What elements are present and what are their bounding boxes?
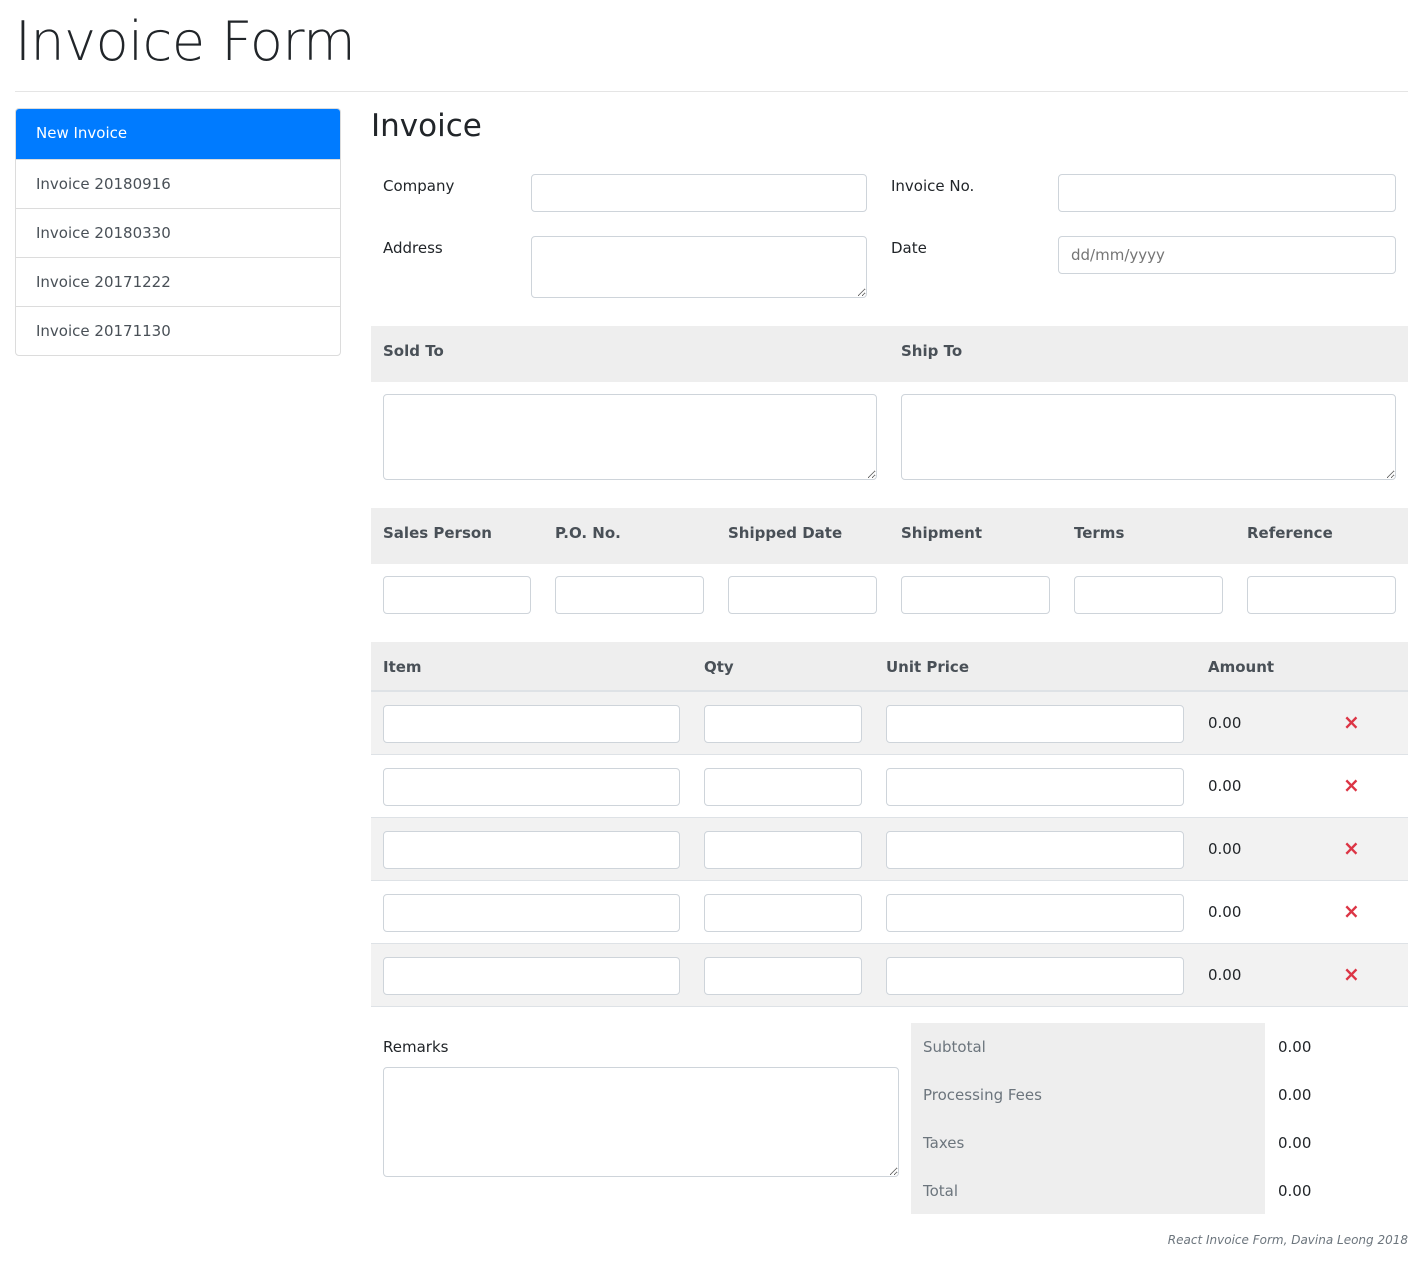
delete-row-icon[interactable]: × [1343,773,1360,797]
terms-input[interactable] [1074,576,1223,614]
ship-to-input[interactable] [901,394,1396,480]
sidebar-item-new-invoice[interactable]: New Invoice [16,109,340,159]
sidebar-item-invoice[interactable]: Invoice 20180330 [16,208,340,257]
company-input[interactable] [531,174,867,212]
amount-value: 0.00 [1208,966,1242,984]
invoice-list: New Invoice Invoice 20180916 Invoice 201… [15,108,341,356]
unit-price-input[interactable] [886,894,1184,932]
address-input[interactable] [531,236,867,298]
item-row: 0.00 × [371,944,1408,1007]
sidebar-item-invoice[interactable]: Invoice 20171130 [16,306,340,355]
item-header: Item [383,658,422,676]
amount-value: 0.00 [1208,903,1242,921]
sold-to-label: Sold To [383,342,444,360]
qty-header: Qty [704,658,734,676]
reference-label: Reference [1247,524,1333,542]
address-label: Address [383,239,443,257]
totals-box: Subtotal 0.00 Processing Fees 0.00 Taxes… [911,1023,1311,1214]
reference-input[interactable] [1247,576,1396,614]
delete-row-icon[interactable]: × [1343,899,1360,923]
total-label: Total [923,1182,959,1200]
qty-input[interactable] [704,957,862,995]
remarks-input[interactable] [383,1067,899,1177]
item-row: 0.00 × [371,692,1408,755]
delete-row-icon[interactable]: × [1343,710,1360,734]
amount-value: 0.00 [1208,777,1242,795]
delete-row-icon[interactable]: × [1343,836,1360,860]
sidebar-item-invoice[interactable]: Invoice 20180916 [16,159,340,208]
item-input[interactable] [383,957,680,995]
delete-row-icon[interactable]: × [1343,962,1360,986]
item-input[interactable] [383,894,680,932]
form-heading: Invoice [371,108,482,144]
unit-price-input[interactable] [886,831,1184,869]
date-label: Date [891,239,927,257]
qty-input[interactable] [704,831,862,869]
taxes-label: Taxes [923,1134,965,1152]
subtotal-label: Subtotal [923,1038,986,1056]
page-title: Invoice Form [15,10,356,73]
processing-fees-label: Processing Fees [923,1086,1042,1104]
total-value: 0.00 [1278,1182,1312,1200]
unit-price-input[interactable] [886,768,1184,806]
qty-input[interactable] [704,705,862,743]
footer-credit: React Invoice Form, Davina Leong 2018 [1167,1233,1408,1247]
sales-person-input[interactable] [383,576,531,614]
item-input[interactable] [383,705,680,743]
sidebar-item-invoice[interactable]: Invoice 20171222 [16,257,340,306]
processing-fees-value: 0.00 [1278,1086,1312,1104]
po-no-label: P.O. No. [555,524,621,542]
invoice-no-input[interactable] [1058,174,1396,212]
qty-input[interactable] [704,894,862,932]
unit-price-input[interactable] [886,705,1184,743]
company-label: Company [383,177,455,195]
remarks-label: Remarks [383,1038,449,1056]
item-row: 0.00 × [371,881,1408,944]
amount-value: 0.00 [1208,714,1242,732]
address-header-band: Sold To Ship To [371,326,1408,382]
shipped-date-input[interactable] [728,576,877,614]
subtotal-value: 0.00 [1278,1038,1312,1056]
terms-label: Terms [1074,524,1125,542]
amount-value: 0.00 [1208,840,1242,858]
shipment-label: Shipment [901,524,983,542]
unit-price-input[interactable] [886,957,1184,995]
items-table-header: Item Qty Unit Price Amount [371,642,1408,692]
details-header-band: Sales Person P.O. No. Shipped Date Shipm… [371,508,1408,564]
item-row: 0.00 × [371,755,1408,818]
invoice-no-label: Invoice No. [891,177,975,195]
shipment-input[interactable] [901,576,1050,614]
divider [15,91,1408,92]
item-input[interactable] [383,768,680,806]
po-no-input[interactable] [555,576,704,614]
taxes-value: 0.00 [1278,1134,1312,1152]
sold-to-input[interactable] [383,394,877,480]
unit-price-header: Unit Price [886,658,969,676]
qty-input[interactable] [704,768,862,806]
date-input[interactable] [1058,236,1396,274]
item-input[interactable] [383,831,680,869]
shipped-date-label: Shipped Date [728,524,843,542]
amount-header: Amount [1208,658,1275,676]
ship-to-label: Ship To [901,342,963,360]
sales-person-label: Sales Person [383,524,492,542]
item-row: 0.00 × [371,818,1408,881]
